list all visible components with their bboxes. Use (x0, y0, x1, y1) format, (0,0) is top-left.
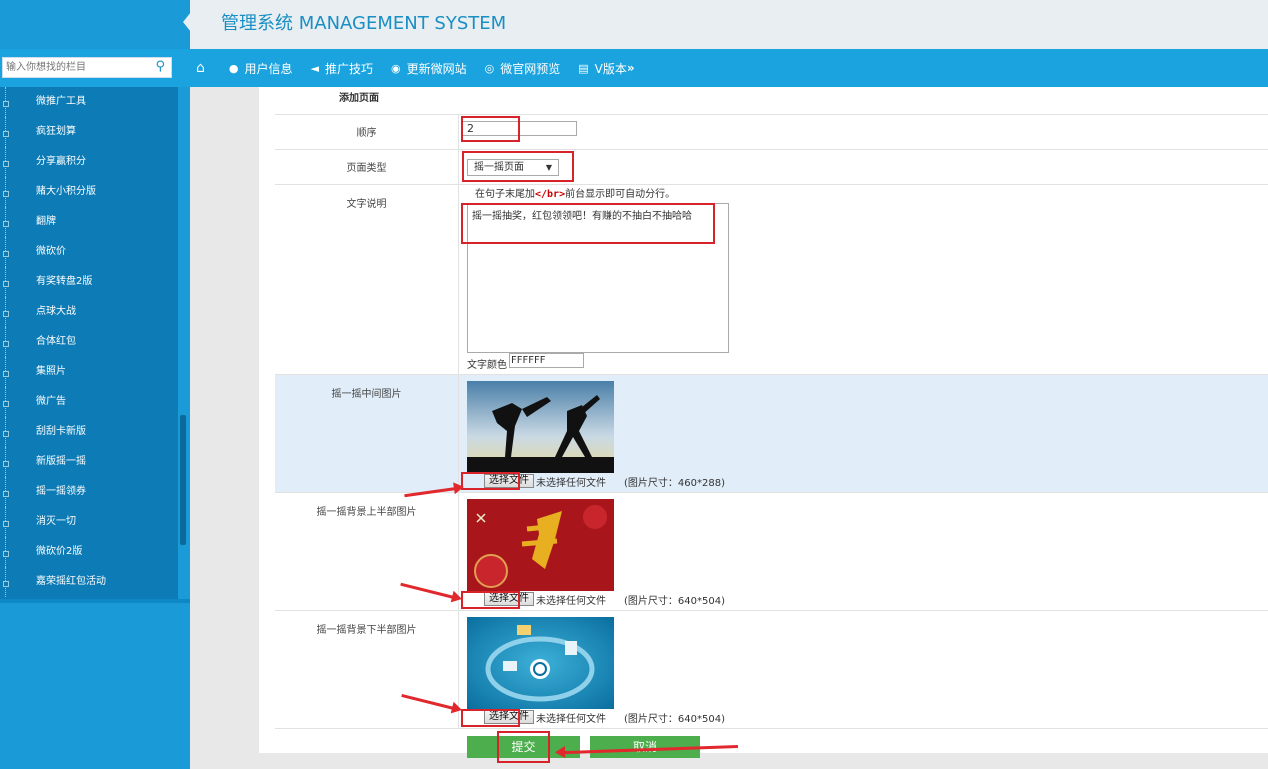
nav-user-info[interactable]: ● 用户信息 (229, 60, 293, 77)
sidebar-item[interactable]: 微广告 (0, 387, 178, 417)
sidebar-list: 微推广工具 疯狂划算 分享赢积分 赌大小积分版 翻牌 微砍价 有奖转盘2版 点球… (0, 87, 178, 599)
annotation-box (497, 731, 550, 763)
image-preview (467, 499, 614, 591)
search-icon[interactable]: ⚲ (155, 59, 165, 74)
printer-icon: ▤ (578, 61, 589, 75)
image-label: 摇一摇背景上半部图片 (316, 507, 417, 518)
description-hint: 在句子末尾加</br>前台显示即可自动分行。 (475, 189, 676, 200)
nav-version[interactable]: ▤ V版本» (578, 60, 634, 77)
annotation-box (461, 116, 520, 142)
sidebar-item[interactable]: 点球大战 (0, 297, 178, 327)
image-row: 摇一摇背景上半部图片 选择文件 未选择任何文件 (图片尺寸：640*504) (275, 493, 1268, 611)
image-row: 摇一摇中间图片 选择文件 未选择任何文件 (图片尺寸：460*288) (275, 375, 1268, 493)
sidebar-item[interactable]: 集照片 (0, 357, 178, 387)
page-type-label: 页面类型 (346, 163, 387, 174)
image-size-hint: (图片尺寸：640*504) (624, 596, 725, 607)
description-label: 文字说明 (346, 199, 387, 210)
sidebar-item[interactable]: 摇一摇领券 (0, 477, 178, 507)
sidebar-item[interactable]: 微推广工具 (0, 87, 178, 117)
annotation-box (461, 472, 520, 490)
sidebar-item[interactable]: 疯狂划算 (0, 117, 178, 147)
section-title: 添加页面 (339, 93, 379, 104)
top-header: 管理系统 MANAGEMENT SYSTEM (0, 0, 1268, 49)
sidebar-item[interactable]: 刮刮卡新版 (0, 417, 178, 447)
order-label: 顺序 (356, 128, 377, 139)
text-color-label: 文字颜色 (467, 360, 507, 371)
sidebar: 微推广工具 疯狂划算 分享赢积分 赌大小积分版 翻牌 微砍价 有奖转盘2版 点球… (0, 87, 190, 769)
nav-promo-tips[interactable]: ◄ 推广技巧 (311, 60, 373, 77)
image-label: 摇一摇背景下半部图片 (316, 625, 417, 636)
image-row: 摇一摇背景下半部图片 选择文件 未选择任何文件 (图片尺寸：640*504) (275, 611, 1268, 729)
top-nav: ⚲ ⌂ ●用户信息 ◄推广技巧 ◉更新微网站 ◎微官网预览 ▤V版本» (0, 49, 1268, 87)
sidebar-toggle-notch[interactable] (183, 12, 191, 32)
image-label: 摇一摇中间图片 (331, 389, 402, 400)
sidebar-scrollbar[interactable] (180, 415, 186, 545)
image-preview (467, 381, 614, 473)
megaphone-icon: ◄ (310, 61, 319, 75)
annotation-box (461, 203, 715, 244)
section-header-row: 添加页面 (275, 87, 1268, 115)
sidebar-item[interactable]: 微砍价 (0, 237, 178, 267)
text-color-input[interactable]: FFFFFF (509, 353, 584, 368)
sidebar-divider (0, 599, 190, 603)
file-status: 未选择任何文件 (536, 714, 606, 725)
image-size-hint: (图片尺寸：460*288) (624, 478, 725, 489)
nav-update-site[interactable]: ◉ 更新微网站 (391, 60, 467, 77)
image-size-hint: (图片尺寸：640*504) (624, 714, 725, 725)
sidebar-item[interactable]: 微砍价2版 (0, 537, 178, 567)
eye-icon: ◎ (484, 61, 495, 75)
file-status: 未选择任何文件 (536, 478, 606, 489)
search-input[interactable] (3, 58, 148, 77)
sidebar-item[interactable]: 新版摇一摇 (0, 447, 178, 477)
sidebar-item[interactable]: 合体红包 (0, 327, 178, 357)
sidebar-item[interactable]: 有奖转盘2版 (0, 267, 178, 297)
sidebar-item[interactable]: 消灭一切 (0, 507, 178, 537)
annotation-box (461, 709, 520, 727)
nav-preview-site[interactable]: ◎ 微官网预览 (485, 60, 561, 77)
sidebar-item[interactable]: 嘉荣摇红包活动 (0, 567, 178, 597)
sidebar-item[interactable]: 赌大小积分版 (0, 177, 178, 207)
nav-home[interactable]: ⌂ (196, 60, 211, 76)
sidebar-item[interactable]: 翻牌 (0, 207, 178, 237)
home-icon: ⌂ (196, 60, 205, 76)
description-row: 文字说明 在句子末尾加</br>前台显示即可自动分行。 摇一摇抽奖，红包领领吧！… (275, 185, 1268, 375)
app-title: 管理系统 MANAGEMENT SYSTEM (221, 13, 507, 34)
order-row: 顺序 2 (275, 115, 1268, 150)
annotation-box (461, 591, 520, 609)
user-icon: ● (228, 61, 239, 75)
sidebar-cap (0, 0, 190, 49)
image-preview (467, 617, 614, 709)
annotation-box (462, 151, 574, 182)
sidebar-item[interactable]: 分享赢积分 (0, 147, 178, 177)
main-panel: 添加页面 顺序 2 页面类型 摇一摇页面 ▼ 文字说明 在句子末尾加</br>前台… (259, 87, 1268, 758)
file-status: 未选择任何文件 (536, 596, 606, 607)
sidebar-search: ⚲ (2, 57, 172, 78)
nav-menu: ⌂ ● 用户信息 ◄ 推广技巧 ◉ 更新微网站 ◎ 微官网预览 ▤ V版本» (196, 49, 653, 87)
page-type-row: 页面类型 摇一摇页面 ▼ (275, 150, 1268, 185)
globe-icon: ◉ (391, 61, 401, 75)
double-chevron-icon: » (626, 61, 635, 75)
